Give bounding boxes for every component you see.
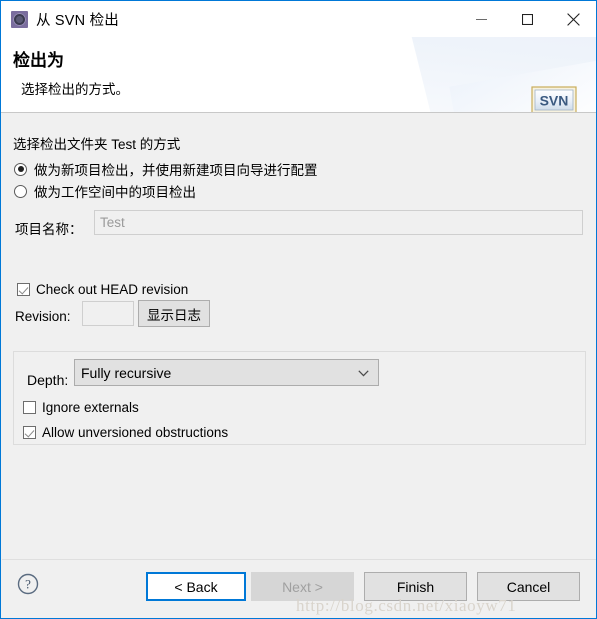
window-title: 从 SVN 检出 [36, 12, 119, 29]
checkbox-ignore-externals[interactable]: Ignore externals [23, 400, 139, 415]
minimize-button[interactable] [458, 1, 504, 37]
svg-text:?: ? [25, 577, 31, 592]
chevron-down-icon [358, 369, 369, 376]
radio-workspace-project-indicator [14, 184, 27, 198]
depth-combobox-value: Fully recursive [81, 364, 172, 381]
page-title: 检出为 [13, 51, 64, 70]
window-controls [458, 1, 596, 37]
revision-input[interactable] [82, 301, 134, 326]
checkbox-allow-unversioned[interactable]: Allow unversioned obstructions [23, 425, 228, 440]
revision-label: Revision: [15, 309, 71, 324]
checkbox-ignore-externals-indicator [23, 401, 36, 414]
svn-checkout-dialog: 从 SVN 检出 检出为 选择检出的方式。 SVN 选择检出文件夹 Test 的… [0, 0, 597, 619]
title-bar: 从 SVN 检出 [1, 1, 596, 37]
radio-new-project-indicator [14, 162, 27, 176]
radio-new-project[interactable]: 做为新项目检出，并使用新建项目向导进行配置 [14, 159, 318, 179]
show-log-button[interactable]: 显示日志 [138, 300, 210, 327]
checkbox-head-revision-label: Check out HEAD revision [36, 282, 189, 297]
minimize-icon [475, 18, 487, 20]
close-button[interactable] [550, 1, 596, 37]
page-subtitle: 选择检出的方式。 [21, 82, 129, 97]
checkbox-head-revision-indicator [17, 283, 30, 296]
dialog-header: 检出为 选择检出的方式。 SVN [1, 37, 596, 113]
checkbox-allow-unversioned-label: Allow unversioned obstructions [42, 425, 229, 440]
maximize-button[interactable] [504, 1, 550, 37]
checkbox-allow-unversioned-indicator [23, 426, 36, 439]
checkbox-ignore-externals-label: Ignore externals [42, 400, 139, 415]
checkbox-head-revision[interactable]: Check out HEAD revision [17, 282, 188, 297]
project-name-label: 项目名称： [15, 222, 83, 237]
svn-gear-icon [11, 10, 28, 28]
project-name-input[interactable] [94, 210, 583, 235]
radio-workspace-project[interactable]: 做为工作空间中的项目检出 [14, 181, 196, 201]
svn-logo-icon: SVN [531, 86, 577, 112]
dialog-body: 选择检出文件夹 Test 的方式 做为新项目检出，并使用新建项目向导进行配置 做… [2, 114, 596, 559]
radio-new-project-label: 做为新项目检出，并使用新建项目向导进行配置 [34, 163, 318, 178]
maximize-icon [521, 13, 533, 25]
section-label: 选择检出文件夹 Test 的方式 [13, 137, 181, 152]
help-icon[interactable]: ? [17, 573, 39, 595]
depth-combobox[interactable]: Fully recursive [74, 359, 379, 386]
radio-workspace-project-label: 做为工作空间中的项目检出 [34, 185, 196, 200]
back-button[interactable]: < Back [146, 572, 246, 601]
svg-text:SVN: SVN [540, 93, 569, 109]
watermark-text: http://blog.csdn.net/xiaoyw71 [296, 596, 517, 615]
depth-label: Depth: [27, 372, 69, 388]
close-icon [566, 12, 580, 26]
